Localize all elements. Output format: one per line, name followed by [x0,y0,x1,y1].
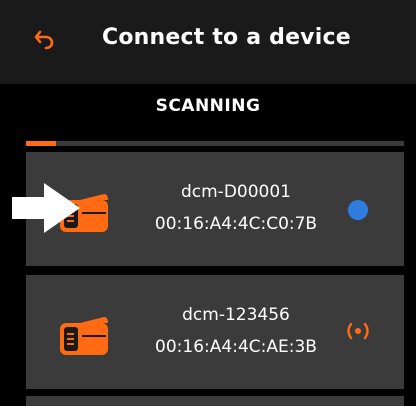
device-mac: 00:16:A4:4C:AE:3B [155,337,317,357]
scan-progress-fill [26,141,57,146]
scan-progress-bar [26,141,404,146]
pointer-arrow-icon [12,183,80,233]
device-card-2[interactable]: dcm-123456 00:16:A4:4C:AE:3B [26,275,404,389]
page-title: Connect to a device [102,25,351,50]
broadcast-signal-icon [347,322,369,340]
device-printer-icon [60,317,108,355]
device-name: dcm-123456 [182,305,290,325]
device-card-3[interactable] [26,396,404,406]
scanning-label: SCANNING [155,96,261,116]
scan-bar [0,84,416,148]
device-card-1[interactable]: dcm-D00001 00:16:A4:4C:C0:7B [26,152,404,266]
device-name: dcm-D00001 [180,182,291,202]
back-arrow-icon[interactable] [34,28,58,52]
app-header: Connect to a device [0,0,416,84]
connected-status-icon [348,200,368,220]
device-mac: 00:16:A4:4C:C0:7B [154,214,318,234]
